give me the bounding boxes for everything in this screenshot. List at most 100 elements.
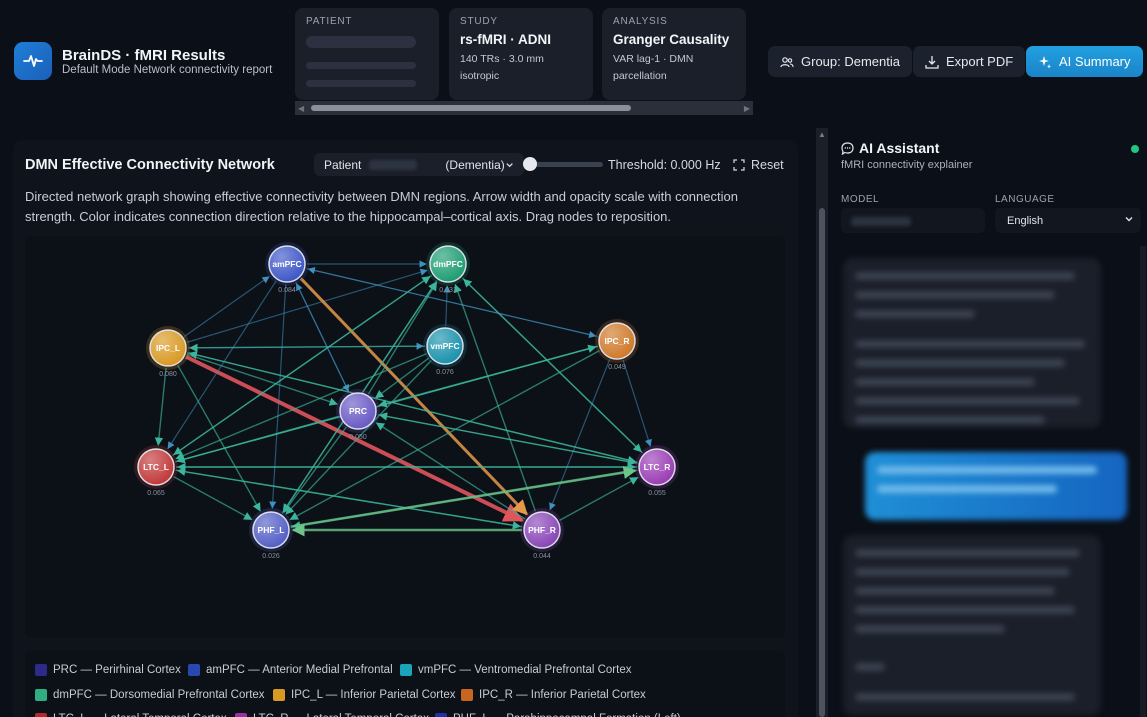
chevron-down-icon xyxy=(506,162,513,167)
patient-select-group: (Dementia) xyxy=(445,157,505,172)
legend-swatch xyxy=(435,713,447,717)
export-pdf-button[interactable]: Export PDF xyxy=(913,46,1026,77)
node-value: 0.055 xyxy=(648,490,666,497)
node-label: dmPFC xyxy=(433,259,463,269)
network-graph-area[interactable]: amPFC 0.084 dmPFC 0.031 IPC_L 0.080 vmPFC 0.076… xyxy=(25,236,785,638)
connectivity-edge xyxy=(622,359,652,447)
scroll-right-arrow-icon[interactable]: ▶ xyxy=(744,104,750,113)
connectivity-edge xyxy=(154,367,167,446)
legend-item[interactable]: dmPFC — Dorsomedial Prefrontal Cortex xyxy=(35,689,265,701)
node-ltc-l[interactable]: LTC_L 0.065 xyxy=(134,445,178,497)
connectivity-edge xyxy=(549,359,611,511)
connectivity-edge xyxy=(269,283,287,509)
patient-select[interactable]: Patient (Dementia) xyxy=(314,153,524,176)
analysis-desc-line: VAR lag-1 · DMN xyxy=(613,53,694,65)
connectivity-edge xyxy=(378,412,638,465)
patient-select-prefix: Patient xyxy=(324,157,362,172)
model-select[interactable] xyxy=(841,208,985,233)
chat-icon xyxy=(841,141,854,155)
group-dementia-button[interactable]: Group: Dementia xyxy=(768,46,912,77)
study-desc-line: 140 TRs · 3.0 mm xyxy=(460,53,544,65)
legend-item[interactable]: LTC_R — Lateral Temporal Cortex xyxy=(235,713,429,717)
node-value: 0.084 xyxy=(278,287,296,294)
connectivity-edge xyxy=(186,353,338,406)
chat-history[interactable] xyxy=(841,250,1141,717)
node-value: 0.044 xyxy=(533,553,551,560)
legend-label: dmPFC — Dorsomedial Prefrontal Cortex xyxy=(53,689,265,701)
legend-swatch xyxy=(400,664,412,676)
legend-item[interactable]: IPC_L — Inferior Parietal Cortex xyxy=(273,689,455,701)
assistant-message xyxy=(843,258,1101,428)
legend-swatch xyxy=(35,713,47,717)
ai-summary-button[interactable]: AI Summary xyxy=(1026,46,1143,77)
main-vertical-scrollbar[interactable]: ▲ xyxy=(816,128,828,717)
legend-item[interactable]: IPC_R — Inferior Parietal Cortex xyxy=(461,689,646,701)
node-vmpfc[interactable]: vmPFC 0.076 xyxy=(423,324,467,376)
assistant-message xyxy=(843,535,1101,715)
connectivity-edge xyxy=(189,343,426,352)
node-ipc-r[interactable]: IPC_R 0.049 xyxy=(595,319,639,371)
node-label: IPC_L xyxy=(156,343,180,353)
legend-item[interactable]: amPFC — Anterior Medial Prefrontal xyxy=(188,664,393,676)
connectivity-edge xyxy=(375,422,526,520)
legend: PRC — Perirhinal Cortex amPFC — Anterior … xyxy=(25,651,785,717)
legend-label: PRC — Perirhinal Cortex xyxy=(53,664,181,676)
user-message xyxy=(865,452,1127,520)
node-ltc-r[interactable]: LTC_R 0.055 xyxy=(635,445,679,497)
pulse-icon xyxy=(14,42,52,80)
legend-label: amPFC — Anterior Medial Prefrontal xyxy=(206,664,393,676)
node-phf-l[interactable]: PHF_L 0.026 xyxy=(249,508,293,560)
study-card[interactable]: STUDY rs-fMRI · ADNI 140 TRs · 3.0 mm is… xyxy=(449,8,593,100)
scroll-up-arrow-icon[interactable]: ▲ xyxy=(818,130,826,139)
connectivity-edge xyxy=(183,276,270,337)
node-value: 0.049 xyxy=(608,364,626,371)
legend-swatch xyxy=(35,689,47,701)
node-ampfc[interactable]: amPFC 0.084 xyxy=(265,242,309,294)
analysis-card[interactable]: ANALYSIS Granger Causality VAR lag-1 · D… xyxy=(602,8,746,100)
legend-item[interactable]: LTC_L — Lateral Temporal Cortex xyxy=(35,713,227,717)
legend-item[interactable]: vmPFC — Ventromedial Prefrontal Cortex xyxy=(400,664,631,676)
study-desc-line: isotropic xyxy=(460,70,500,82)
patient-id-redacted xyxy=(369,159,418,170)
legend-item[interactable]: PRC — Perirhinal Cortex xyxy=(35,664,181,676)
node-label: PRC xyxy=(349,406,367,416)
threshold-value: 0.000 xyxy=(670,158,702,172)
reset-button[interactable]: Reset xyxy=(733,158,784,172)
legend-item[interactable]: PHF_L — Parahippocampal Formation (Left) xyxy=(435,713,681,717)
threshold-label: Threshold: xyxy=(608,158,668,172)
chat-scrollbar[interactable] xyxy=(1140,246,1146,717)
node-label: LTC_L xyxy=(143,462,169,472)
language-value: English xyxy=(1007,215,1044,227)
export-button-label: Export PDF xyxy=(946,54,1014,69)
ai-subtitle: fMRI connectivity explainer xyxy=(841,159,973,171)
connectivity-edge xyxy=(172,275,431,457)
node-label: amPFC xyxy=(272,259,301,269)
legend-label: LTC_R — Lateral Temporal Cortex xyxy=(253,713,429,717)
patient-card[interactable]: PATIENT xyxy=(295,8,439,100)
network-graph[interactable]: amPFC 0.084 dmPFC 0.031 IPC_L 0.080 vmPFC 0.076… xyxy=(25,236,785,638)
legend-swatch xyxy=(188,664,200,676)
language-select[interactable]: English xyxy=(995,208,1141,233)
connectivity-edge xyxy=(559,476,639,522)
node-label: PHF_R xyxy=(528,525,556,535)
top-bar: BrainDS · fMRI Results Default Mode Netw… xyxy=(0,0,1147,120)
panel-description: Directed network graph showing effective… xyxy=(25,189,738,224)
cards-horizontal-scrollbar[interactable]: ◀ ▶ xyxy=(295,101,753,115)
ai-title: AI Assistant xyxy=(841,140,939,156)
scroll-left-arrow-icon[interactable]: ◀ xyxy=(298,104,304,113)
scrollbar-thumb[interactable] xyxy=(311,105,631,111)
threshold-slider[interactable] xyxy=(523,157,603,171)
node-ipc-l[interactable]: IPC_L 0.080 xyxy=(146,326,190,378)
node-value: 0.026 xyxy=(262,553,280,560)
patient-info-skeleton xyxy=(306,80,416,87)
node-value: 0.065 xyxy=(147,490,165,497)
analysis-title: Granger Causality xyxy=(613,32,730,47)
network-panel: DMN Effective Connectivity Network Patie… xyxy=(13,140,798,717)
slider-knob[interactable] xyxy=(523,157,537,171)
connectivity-edge xyxy=(175,344,597,463)
scrollbar-thumb[interactable] xyxy=(819,208,825,717)
legend-label: vmPFC — Ventromedial Prefrontal Cortex xyxy=(418,664,632,676)
patient-info-skeleton xyxy=(306,62,416,69)
download-icon xyxy=(925,55,939,69)
node-phf-r[interactable]: PHF_R 0.044 xyxy=(520,508,564,560)
